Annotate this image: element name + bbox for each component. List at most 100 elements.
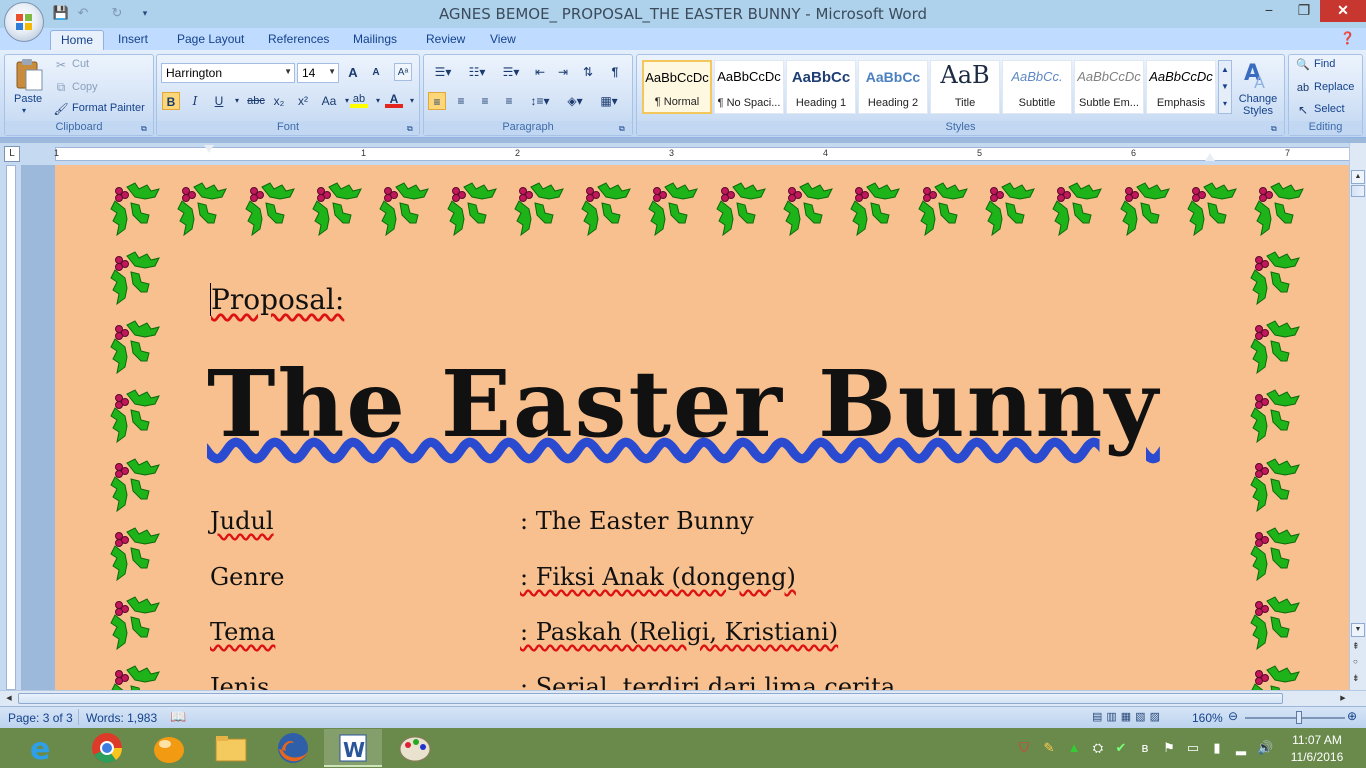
chevron-down-icon[interactable]: ▼	[1219, 78, 1231, 95]
row-value-tema[interactable]: : Paskah (Religi, Kristiani)	[520, 618, 838, 646]
shading-icon[interactable]: ◈▾	[560, 92, 590, 110]
tab-selector-icon[interactable]: L	[4, 146, 20, 162]
multilevel-list-icon[interactable]: ☴▾	[496, 63, 526, 81]
paste-dropdown-icon[interactable]: ▾	[22, 106, 26, 115]
zoom-level[interactable]: 160%	[1192, 711, 1223, 725]
strikethrough-button[interactable]: abc	[244, 92, 268, 110]
line-spacing-icon[interactable]: ↕≡▾	[527, 92, 553, 110]
style-emphasis[interactable]: AaBbCcDc Emphasis	[1146, 60, 1216, 114]
row-label-genre[interactable]: Genre	[210, 563, 285, 591]
row-value-judul[interactable]: : The Easter Bunny	[520, 507, 754, 535]
bullets-icon[interactable]: ☰▾	[428, 63, 458, 81]
font-launcher-icon[interactable]: ⧉	[407, 124, 413, 134]
tool-tray-icon[interactable]: ✎	[1041, 740, 1057, 756]
select-browse-object-icon[interactable]: ○	[1353, 657, 1358, 666]
right-indent-marker[interactable]	[1205, 153, 1215, 161]
replace-button[interactable]: Replace	[1314, 81, 1354, 93]
row-value-genre[interactable]: : Fiksi Anak (dongeng)	[520, 563, 796, 591]
increase-indent-icon[interactable]: ⇥	[554, 63, 572, 81]
paragraph-launcher-icon[interactable]: ⧉	[619, 124, 625, 134]
select-button[interactable]: Select	[1314, 103, 1345, 115]
horizontal-ruler[interactable]: L 1 1 2 3 4 5 6 7 ⊡	[0, 143, 1366, 165]
tab-review[interactable]: Review	[416, 30, 475, 50]
taskbar-paint[interactable]	[386, 729, 444, 767]
underline-button[interactable]: U	[210, 92, 228, 110]
view-buttons[interactable]: ▤▥▦▧▨	[1092, 710, 1164, 723]
tab-view[interactable]: View	[480, 30, 526, 50]
borders-icon[interactable]: ▦▾	[594, 92, 624, 110]
taskbar-internet-explorer[interactable]: e	[14, 729, 72, 767]
tab-references[interactable]: References	[258, 30, 339, 50]
change-case-button[interactable]: Aa	[318, 92, 340, 110]
zoom-slider-thumb[interactable]	[1296, 711, 1302, 724]
style-title[interactable]: AaB Title	[930, 60, 1000, 114]
page-count[interactable]: Page: 3 of 3	[8, 711, 73, 725]
scroll-left-icon[interactable]: ◀	[2, 692, 16, 705]
style-no-spacing[interactable]: AaBbCcDc ¶ No Spaci...	[714, 60, 784, 114]
battery-icon[interactable]: ▮	[1209, 740, 1225, 756]
align-center-icon[interactable]: ≡	[452, 92, 470, 110]
italic-button[interactable]: I	[186, 92, 204, 110]
copy-button[interactable]: Copy	[72, 81, 98, 93]
antivirus-tray-icon[interactable]: ⛉	[1016, 740, 1032, 756]
proofing-icon[interactable]: 📖	[170, 709, 186, 725]
flag-icon[interactable]: ⚑	[1161, 740, 1177, 756]
tab-home[interactable]: Home	[50, 30, 105, 50]
decrease-indent-icon[interactable]: ⇤	[531, 63, 549, 81]
cut-button[interactable]: Cut	[72, 58, 89, 70]
bluetooth-icon[interactable]: ʙ	[1137, 740, 1153, 756]
scroll-thumb[interactable]	[1351, 185, 1365, 197]
previous-page-icon[interactable]: ⇞	[1352, 641, 1360, 652]
styles-scroll[interactable]: ▲ ▼ ▾	[1218, 60, 1232, 114]
horizontal-scrollbar[interactable]: ◀ ▶	[0, 690, 1366, 706]
triangle-tray-icon[interactable]: ▲	[1066, 740, 1082, 756]
security-tray-icon[interactable]: ✔	[1113, 740, 1129, 756]
taskbar-word[interactable]: W	[324, 729, 382, 767]
next-page-icon[interactable]: ⇟	[1352, 673, 1360, 684]
row-value-jenis[interactable]: : Serial, terdiri dari lima cerita	[520, 673, 895, 690]
superscript-button[interactable]: x²	[294, 92, 312, 110]
network-tray-icon[interactable]: ⛭	[1090, 740, 1106, 756]
find-button[interactable]: Find	[1314, 58, 1335, 70]
taskbar-file-explorer[interactable]	[202, 729, 260, 767]
clock-time[interactable]: 11:07 AM	[1286, 733, 1348, 747]
display-icon[interactable]: ▭	[1185, 740, 1201, 756]
tab-mailings[interactable]: Mailings	[343, 30, 407, 50]
paste-button[interactable]: Paste	[14, 93, 42, 105]
help-icon[interactable]: ❓	[1340, 31, 1355, 45]
style-heading-1[interactable]: AaBbCc Heading 1	[786, 60, 856, 114]
clear-formatting-icon[interactable]: Aᵃ	[394, 63, 412, 81]
taskbar-firefox[interactable]	[264, 729, 322, 767]
zoom-out-icon[interactable]: ⊖	[1228, 709, 1238, 723]
restore-button[interactable]: ❐	[1287, 0, 1321, 22]
proposal-heading[interactable]: Proposal:	[210, 283, 344, 316]
clipboard-launcher-icon[interactable]: ⧉	[141, 124, 147, 134]
more-styles-icon[interactable]: ▾	[1219, 95, 1231, 112]
align-left-icon[interactable]: ≡	[428, 92, 446, 110]
save-icon[interactable]: 💾	[52, 4, 70, 22]
row-label-tema[interactable]: Tema	[210, 618, 275, 646]
style-subtle-emphasis[interactable]: AaBbCcDc Subtle Em...	[1074, 60, 1144, 114]
office-button[interactable]	[4, 2, 44, 42]
styles-launcher-icon[interactable]: ⧉	[1271, 124, 1277, 134]
style-subtitle[interactable]: AaBbCc. Subtitle	[1002, 60, 1072, 114]
row-label-jenis[interactable]: Jenis	[210, 673, 269, 690]
format-painter-button[interactable]: Format Painter	[72, 102, 145, 114]
numbering-icon[interactable]: ☷▾	[462, 63, 492, 81]
paste-icon[interactable]	[14, 58, 44, 92]
zoom-in-icon[interactable]: ⊕	[1347, 709, 1357, 723]
style-normal[interactable]: AaBbCcDc ¶ Normal	[642, 60, 712, 114]
signal-icon[interactable]: ▂	[1233, 740, 1249, 756]
clock-date[interactable]: 11/6/2016	[1286, 750, 1348, 764]
scroll-down-icon[interactable]: ▼	[1351, 623, 1365, 637]
show-formatting-marks-button[interactable]: ¶	[606, 63, 624, 81]
style-heading-2[interactable]: AaBbCc Heading 2	[858, 60, 928, 114]
document-title[interactable]: The Easter Bunny	[207, 350, 1160, 458]
highlight-icon[interactable]: ab	[350, 90, 368, 108]
justify-icon[interactable]: ≡	[500, 92, 518, 110]
font-size-select[interactable]: 14 ▼	[297, 63, 339, 83]
chevron-up-icon[interactable]: ▲	[1219, 61, 1231, 78]
word-count[interactable]: Words: 1,983	[86, 711, 157, 725]
horizontal-scroll-thumb[interactable]	[18, 693, 1283, 704]
redo-icon[interactable]: ↻	[108, 4, 126, 22]
